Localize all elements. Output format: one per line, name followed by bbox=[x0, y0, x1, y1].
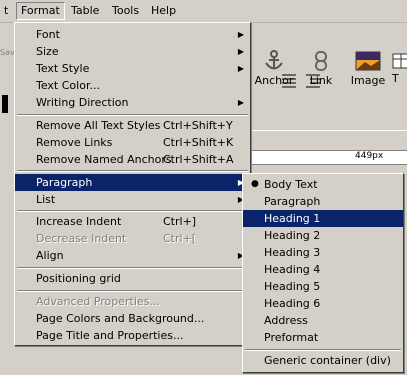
menu-item-page-title[interactable]: Page Title and Properties... bbox=[15, 327, 250, 344]
menu-item-align[interactable]: Align ▶ bbox=[15, 247, 250, 264]
width-ruler: 449px bbox=[244, 150, 407, 165]
menu-item-label: Font bbox=[36, 28, 60, 41]
submenu-item-label: Generic container (div) bbox=[264, 354, 391, 367]
menu-item-label: Remove All Text Styles bbox=[36, 119, 161, 132]
menu-item-label: Text Style bbox=[36, 62, 90, 75]
menu-item-remove-named-anchors[interactable]: Remove Named Anchors Ctrl+Shift+A bbox=[15, 151, 250, 168]
menu-item-shortcut: Ctrl+Shift+Y bbox=[163, 119, 233, 132]
submenu-item-body-text[interactable]: ● Body Text bbox=[243, 176, 403, 193]
tab-strip-fragment bbox=[244, 130, 407, 149]
menu-item-shortcut: Ctrl+[ bbox=[163, 232, 197, 245]
submenu-item-heading-5[interactable]: Heading 5 bbox=[243, 278, 403, 295]
menu-item-label: Page Colors and Background... bbox=[36, 312, 205, 325]
submenu-item-heading-4[interactable]: Heading 4 bbox=[243, 261, 403, 278]
chevron-right-icon: ▶ bbox=[237, 98, 244, 107]
menu-item-shortcut: Ctrl+] bbox=[163, 215, 197, 228]
menu-item-label: Page Title and Properties... bbox=[36, 329, 184, 342]
menu-item-label: Size bbox=[36, 45, 59, 58]
submenu-item-heading-1[interactable]: Heading 1 bbox=[243, 210, 403, 227]
submenu-item-label: Heading 4 bbox=[264, 263, 321, 276]
menu-item-text-style[interactable]: Text Style ▶ bbox=[15, 60, 250, 77]
submenu-item-preformat[interactable]: Preformat bbox=[243, 329, 403, 346]
chevron-right-icon: ▶ bbox=[237, 47, 244, 56]
menu-item-page-colors[interactable]: Page Colors and Background... bbox=[15, 310, 250, 327]
menu-item-label: List bbox=[36, 193, 56, 206]
image-icon bbox=[355, 51, 381, 71]
menu-separator bbox=[17, 170, 248, 172]
submenu-item-label: Heading 3 bbox=[264, 246, 321, 259]
menu-item-decrease-indent[interactable]: Decrease Indent Ctrl+[ bbox=[15, 230, 250, 247]
menu-item-writing-direction[interactable]: Writing Direction ▶ bbox=[15, 94, 250, 111]
save-label-partial: Sav bbox=[0, 48, 15, 57]
chevron-right-icon: ▶ bbox=[237, 30, 244, 39]
submenu-item-label: Paragraph bbox=[264, 195, 321, 208]
width-readout: 449px bbox=[355, 151, 384, 161]
menu-separator bbox=[17, 210, 248, 212]
submenu-item-label: Body Text bbox=[264, 178, 318, 191]
anchor-icon bbox=[265, 50, 283, 70]
menu-item-label: Remove Links bbox=[36, 136, 113, 149]
menu-item-label: Remove Named Anchors bbox=[36, 153, 172, 166]
menu-item-list[interactable]: List ▶ bbox=[15, 191, 250, 208]
link-icon bbox=[315, 51, 327, 71]
format-menu: Font ▶ Size ▶ Text Style ▶ Text Color... Wr… bbox=[14, 22, 251, 346]
menu-separator bbox=[17, 114, 248, 116]
submenu-item-address[interactable]: Address bbox=[243, 312, 403, 329]
menu-separator bbox=[17, 267, 248, 269]
submenu-item-label: Address bbox=[264, 314, 308, 327]
chevron-right-icon: ▶ bbox=[237, 64, 244, 73]
submenu-item-label: Preformat bbox=[264, 331, 319, 344]
paragraph-submenu: ● Body Text Paragraph Heading 1 Heading 2… bbox=[242, 173, 404, 373]
submenu-item-heading-6[interactable]: Heading 6 bbox=[243, 295, 403, 312]
menu-item-font[interactable]: Font ▶ bbox=[15, 26, 250, 43]
menu-separator bbox=[17, 290, 248, 292]
menu-format[interactable]: Format bbox=[16, 2, 65, 20]
menu-separator bbox=[245, 349, 401, 351]
menu-item-label: Align bbox=[36, 249, 64, 262]
menu-item-increase-indent[interactable]: Increase Indent Ctrl+] bbox=[15, 213, 250, 230]
table-icon bbox=[392, 53, 407, 69]
menu-item-positioning-grid[interactable]: Positioning grid bbox=[15, 270, 250, 287]
submenu-item-label: Heading 2 bbox=[264, 229, 321, 242]
menu-tools[interactable]: Tools bbox=[108, 3, 143, 19]
menu-item-label: Advanced Properties... bbox=[36, 295, 160, 308]
menu-item-label: Increase Indent bbox=[36, 215, 122, 228]
menu-item-advanced-properties[interactable]: Advanced Properties... bbox=[15, 293, 250, 310]
submenu-item-heading-2[interactable]: Heading 2 bbox=[243, 227, 403, 244]
menu-item-shortcut: Ctrl+Shift+K bbox=[163, 136, 234, 149]
radio-bullet-icon: ● bbox=[251, 179, 259, 189]
menu-edit-partial[interactable]: t bbox=[0, 3, 12, 19]
submenu-item-label: Heading 5 bbox=[264, 280, 321, 293]
color-swatch-fragment bbox=[2, 95, 8, 113]
menu-item-label: Writing Direction bbox=[36, 96, 129, 109]
menu-bar: t Format Table Tools Help bbox=[0, 0, 407, 23]
menu-item-remove-links[interactable]: Remove Links Ctrl+Shift+K bbox=[15, 134, 250, 151]
menu-item-label: Decrease Indent bbox=[36, 232, 127, 245]
menu-item-label: Positioning grid bbox=[36, 272, 121, 285]
format-toolbar-fragment bbox=[249, 70, 407, 90]
menu-help[interactable]: Help bbox=[147, 3, 180, 19]
submenu-item-label: Heading 6 bbox=[264, 297, 321, 310]
menu-item-label: Paragraph bbox=[36, 176, 93, 189]
menu-item-text-color[interactable]: Text Color... bbox=[15, 77, 250, 94]
menu-item-size[interactable]: Size ▶ bbox=[15, 43, 250, 60]
menu-item-paragraph[interactable]: Paragraph ▶ bbox=[15, 174, 250, 191]
indent-icon[interactable] bbox=[279, 72, 299, 90]
submenu-item-heading-3[interactable]: Heading 3 bbox=[243, 244, 403, 261]
outdent-icon[interactable] bbox=[303, 72, 323, 90]
submenu-item-generic-container[interactable]: Generic container (div) bbox=[243, 352, 403, 369]
submenu-item-label: Heading 1 bbox=[264, 212, 321, 225]
submenu-item-paragraph[interactable]: Paragraph bbox=[243, 193, 403, 210]
menu-item-label: Text Color... bbox=[36, 79, 100, 92]
menu-item-remove-all-text-styles[interactable]: Remove All Text Styles Ctrl+Shift+Y bbox=[15, 117, 250, 134]
menu-table[interactable]: Table bbox=[67, 3, 103, 19]
menu-item-shortcut: Ctrl+Shift+A bbox=[163, 153, 234, 166]
